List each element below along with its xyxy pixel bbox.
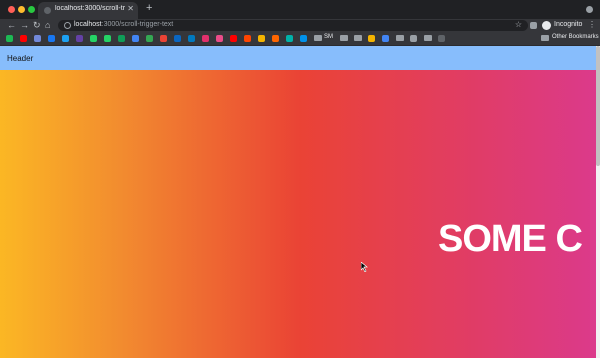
address-bar[interactable]: localhost:3000/scroll-trigger-text ☆	[58, 20, 528, 31]
close-window-button[interactable]	[8, 6, 15, 13]
bookmark-icon[interactable]	[62, 35, 69, 42]
tab-close-icon[interactable]: ✕	[127, 4, 134, 13]
bookmark-icon[interactable]	[174, 35, 181, 42]
header-text: Header	[7, 54, 34, 63]
folder-icon[interactable]	[396, 35, 404, 41]
hero-text: SOME C	[438, 218, 583, 260]
mouse-cursor-icon	[361, 262, 368, 272]
browser-toolbar: ← → ↻ ⌂ localhost:3000/scroll-trigger-te…	[0, 19, 600, 32]
bookmark-icon[interactable]	[118, 35, 125, 42]
bookmark-icon[interactable]	[90, 35, 97, 42]
favicon-icon	[44, 7, 51, 14]
folder-icon[interactable]	[314, 35, 322, 41]
bookmark-folder-label[interactable]: SM	[324, 34, 333, 40]
tab-title: localhost:3000/scroll-trigger-te	[55, 5, 125, 12]
bookmark-icon[interactable]	[244, 35, 251, 42]
extensions-icon[interactable]	[530, 22, 537, 29]
maximize-window-button[interactable]	[28, 6, 35, 13]
folder-icon[interactable]	[340, 35, 348, 41]
bookmark-icon[interactable]	[146, 35, 153, 42]
bookmark-icon[interactable]	[6, 35, 13, 42]
page-viewport: Header SOME C	[0, 46, 600, 358]
info-icon[interactable]	[64, 22, 71, 29]
folder-icon[interactable]	[424, 35, 432, 41]
bookmark-icon[interactable]	[382, 35, 389, 42]
bookmark-icon[interactable]	[104, 35, 111, 42]
bookmark-icon[interactable]	[202, 35, 209, 42]
bookmark-icon[interactable]	[160, 35, 167, 42]
page-header: Header	[0, 46, 596, 70]
bookmark-icon[interactable]	[258, 35, 265, 42]
tab-bar: localhost:3000/scroll-trigger-te ✕ +	[0, 0, 600, 19]
incognito-avatar-icon[interactable]	[542, 21, 551, 30]
folder-icon[interactable]	[354, 35, 362, 41]
scrollbar-thumb[interactable]	[596, 46, 600, 166]
bookmark-icon[interactable]	[272, 35, 279, 42]
bookmark-icon[interactable]	[438, 35, 445, 42]
bookmark-icon[interactable]	[48, 35, 55, 42]
home-icon[interactable]: ⌂	[45, 19, 50, 32]
folder-icon[interactable]	[541, 35, 549, 41]
scrollbar[interactable]	[596, 46, 600, 358]
forward-icon[interactable]: →	[20, 19, 29, 32]
bookmark-icon[interactable]	[188, 35, 195, 42]
bookmark-icon[interactable]	[410, 35, 417, 42]
other-bookmarks-label[interactable]: Other Bookmarks	[552, 34, 599, 40]
bookmark-icon[interactable]	[230, 35, 237, 42]
browser-tab[interactable]: localhost:3000/scroll-trigger-te ✕	[38, 2, 138, 19]
url-text: localhost:3000/scroll-trigger-text	[74, 21, 174, 28]
bookmark-star-icon[interactable]: ☆	[515, 20, 522, 29]
bookmark-icon[interactable]	[286, 35, 293, 42]
reload-icon[interactable]: ↻	[33, 19, 41, 32]
back-icon[interactable]: ←	[7, 19, 16, 32]
bookmark-icon[interactable]	[368, 35, 375, 42]
bookmark-icon[interactable]	[76, 35, 83, 42]
minimize-window-button[interactable]	[18, 6, 25, 13]
new-tab-icon[interactable]: +	[146, 2, 152, 14]
tab-search-icon[interactable]	[586, 6, 593, 13]
bookmark-icon[interactable]	[300, 35, 307, 42]
more-menu-icon[interactable]: ⋮	[588, 20, 596, 29]
bookmark-icon[interactable]	[216, 35, 223, 42]
bookmark-icon[interactable]	[132, 35, 139, 42]
bookmark-icon[interactable]	[20, 35, 27, 42]
bookmark-icon[interactable]	[34, 35, 41, 42]
bookmarks-bar: SM Other Bookmarks	[0, 32, 600, 46]
incognito-label: Incognito	[554, 21, 583, 28]
